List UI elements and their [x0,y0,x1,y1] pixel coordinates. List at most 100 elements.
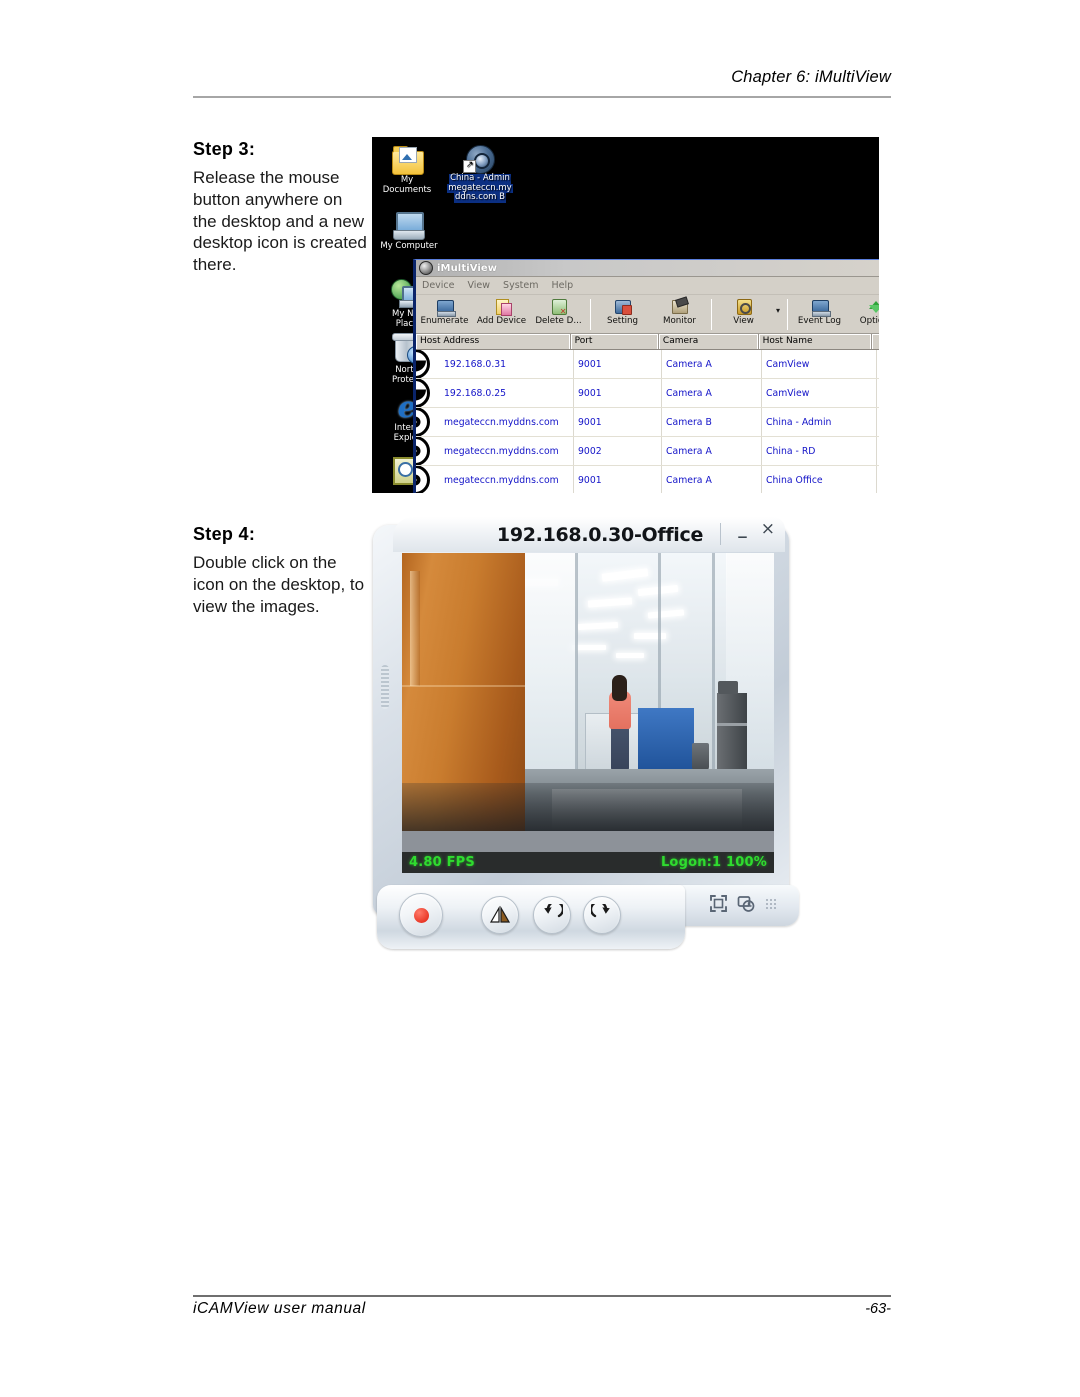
menu-item-system[interactable]: System [503,280,538,291]
toolbar-group-config: Setting Monitor [594,296,708,333]
desktop-icon-camera-shortcut[interactable]: ↗ China - Admin megateccn.my ddns.com B [444,141,516,203]
imultiview-menubar[interactable]: Device View System Help [416,277,879,295]
toolbar-label: Delete D... [535,316,582,326]
rotate-right-icon [591,904,610,918]
toolbar-separator [711,299,712,330]
video-door-hinge [410,571,420,686]
column-header-host-address[interactable]: Host Address [416,334,571,349]
camera-viewer-titlebar[interactable]: 192.168.0.30-Office _ × [393,517,785,552]
toolbar-button-view[interactable]: View [715,296,772,333]
toolbar-group-view: View ▾ [715,296,784,333]
shortcut-label-line-3: ddns.com B [454,192,506,203]
mirror-button[interactable] [481,896,519,934]
cell-host-address: megateccn.myddns.com [416,466,574,493]
toolbar-button-delete-device[interactable]: Delete D... [530,296,587,333]
toolbar-button-setting[interactable]: Setting [594,296,651,333]
toolbar-group-device: Enumerate Add Device Delete D... [416,296,587,333]
column-header-extra[interactable] [872,334,879,349]
cell-hostname: CamView [762,350,877,378]
cell-hostname: China Office [762,466,877,493]
desktop-icon-label: My Computer [380,241,438,251]
record-icon [413,907,429,923]
cell-camera: Camera A [662,466,762,493]
snapshot-icon[interactable] [737,894,756,913]
table-row[interactable]: megateccn.myddns.com 9001 Camera B China… [416,408,879,437]
cell-text: megateccn.myddns.com [444,416,559,428]
toolbar-button-add-device[interactable]: Add Device [473,296,530,333]
rotate-left-button[interactable] [533,896,571,934]
toolbar-separator [787,299,788,330]
imultiview-toolbar[interactable]: Enumerate Add Device Delete D... Setting [416,295,879,334]
desktop-icon-label: My Documents [382,175,432,195]
imultiview-window[interactable]: iMultiView Device View System Help Enume… [413,259,879,493]
desktop-screenshot: My Documents ↗ China - Admin megateccn.m… [372,137,879,493]
cell-camera: Camera B [662,408,762,436]
camera-viewer-screenshot: 192.168.0.30-Office _ × 4.80 FPS Logon:1… [369,517,799,954]
rotate-right-button[interactable] [583,896,621,934]
video-ceiling-lamp [616,653,644,658]
desktop-icon-my-computer[interactable]: My Computer [378,209,440,252]
record-button[interactable] [399,893,443,937]
drag-handle-icon[interactable] [765,898,776,909]
toolbar-label: Enumerate [420,316,469,326]
desktop-icon-my-documents[interactable]: My Documents [376,143,438,195]
cell-text: megateccn.myddns.com [444,474,559,486]
page-footer: iCAMView user manual -63- [193,1300,891,1318]
cell-text: 192.168.0.25 [444,387,507,399]
speaker-grille-icon [381,665,389,709]
toolbar-button-event-log[interactable]: Event Log [791,296,848,333]
column-header-camera[interactable]: Camera [659,334,759,349]
camera-extra-controls [709,894,776,913]
header-divider [193,96,891,98]
video-printer [718,681,738,694]
view-icon [735,298,753,315]
cell-host-address: megateccn.myddns.com [416,408,574,436]
monitor-icon [671,298,689,315]
step-3-title: Step 3: [193,139,256,159]
cell-camera: Camera A [662,379,762,407]
camera-open-icon [416,408,430,436]
toolbar-button-enumerate[interactable]: Enumerate [416,296,473,333]
step-4-block: Step 4: Double click on the icon on the … [193,524,368,617]
table-row[interactable]: megateccn.myddns.com 9001 Camera A China… [416,466,879,493]
camera-window-buttons: _ × [738,521,775,538]
mirror-icon [489,905,511,923]
menu-item-device[interactable]: Device [422,280,455,291]
imultiview-titlebar[interactable]: iMultiView [416,260,879,277]
toolbar-button-monitor[interactable]: Monitor [651,296,708,333]
menu-item-view[interactable]: View [468,280,491,291]
camera-control-panel [377,885,685,949]
column-header-host-name[interactable]: Host Name [759,334,873,349]
video-person-legs [611,726,629,771]
camera-closed-icon [416,350,430,378]
close-button[interactable]: × [761,521,775,538]
cell-extra [877,437,879,465]
toolbar-label: Setting [606,316,639,326]
osd-fps: 4.80 FPS [409,855,475,870]
minimize-button[interactable]: _ [738,521,747,538]
toolbar-label: Add Device [476,316,527,326]
camera-video-view[interactable]: 4.80 FPS Logon:1 100% [402,553,774,873]
menu-item-help[interactable]: Help [551,280,573,291]
camera-viewer-title: 192.168.0.30-Office [496,523,704,546]
toolbar-label: Options [859,316,879,326]
camera-closed-icon [416,379,430,407]
toolbar-button-options[interactable]: Options [848,296,879,333]
fullscreen-icon[interactable] [709,894,728,913]
video-waste-bin [692,743,709,771]
table-row[interactable]: 192.168.0.25 9001 Camera A CamView [416,379,879,408]
cell-extra [877,466,879,493]
column-header-port[interactable]: Port [571,334,659,349]
step-4-title: Step 4: [193,524,256,544]
cell-text: megateccn.myddns.com [444,445,559,457]
cell-extra [877,350,879,378]
setting-icon [614,298,632,315]
camera-osd-overlay: 4.80 FPS Logon:1 100% [402,852,774,873]
table-row[interactable]: megateccn.myddns.com 9002 Camera A China… [416,437,879,466]
imultiview-window-title: iMultiView [437,262,498,274]
view-dropdown-arrow-icon[interactable]: ▾ [772,296,784,333]
table-row[interactable]: 192.168.0.31 9001 Camera A CamView [416,350,879,379]
grid-header-row[interactable]: Host Address Port Camera Host Name [416,334,879,350]
toolbar-group-tools: Event Log Options [791,296,879,333]
device-list-grid[interactable]: Host Address Port Camera Host Name 192.1… [416,334,879,493]
